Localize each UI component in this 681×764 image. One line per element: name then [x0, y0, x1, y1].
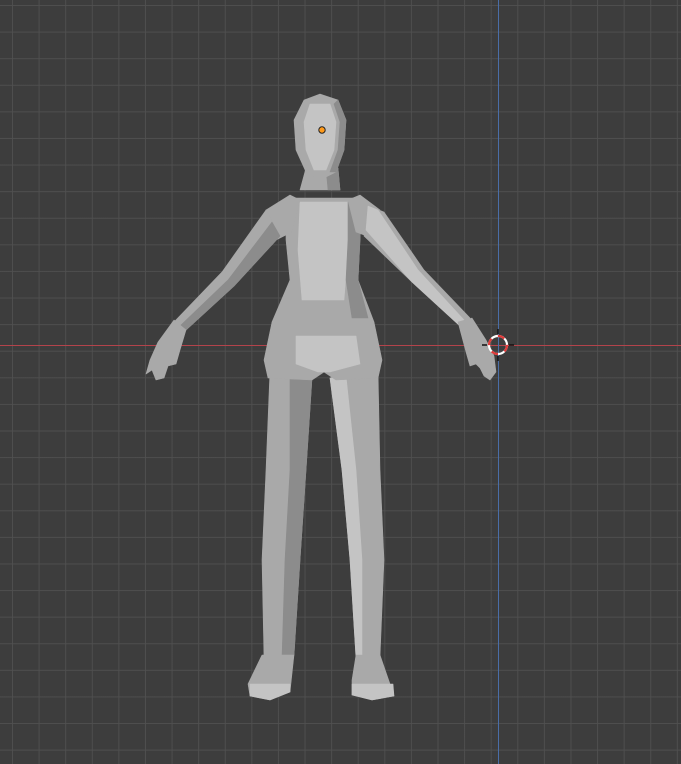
left-foot-shade — [249, 683, 291, 701]
left-hand — [145, 319, 187, 381]
right-foot-shade — [351, 683, 395, 701]
right-arm-light — [365, 205, 465, 327]
pelvis-light — [295, 335, 361, 373]
torso-light — [297, 201, 349, 301]
object-origin-icon[interactable] — [318, 126, 326, 134]
scene-canvas[interactable] — [0, 0, 681, 764]
3d-viewport[interactable] — [0, 0, 681, 764]
left-arm — [173, 209, 281, 331]
humanoid-mesh[interactable] — [145, 93, 497, 701]
